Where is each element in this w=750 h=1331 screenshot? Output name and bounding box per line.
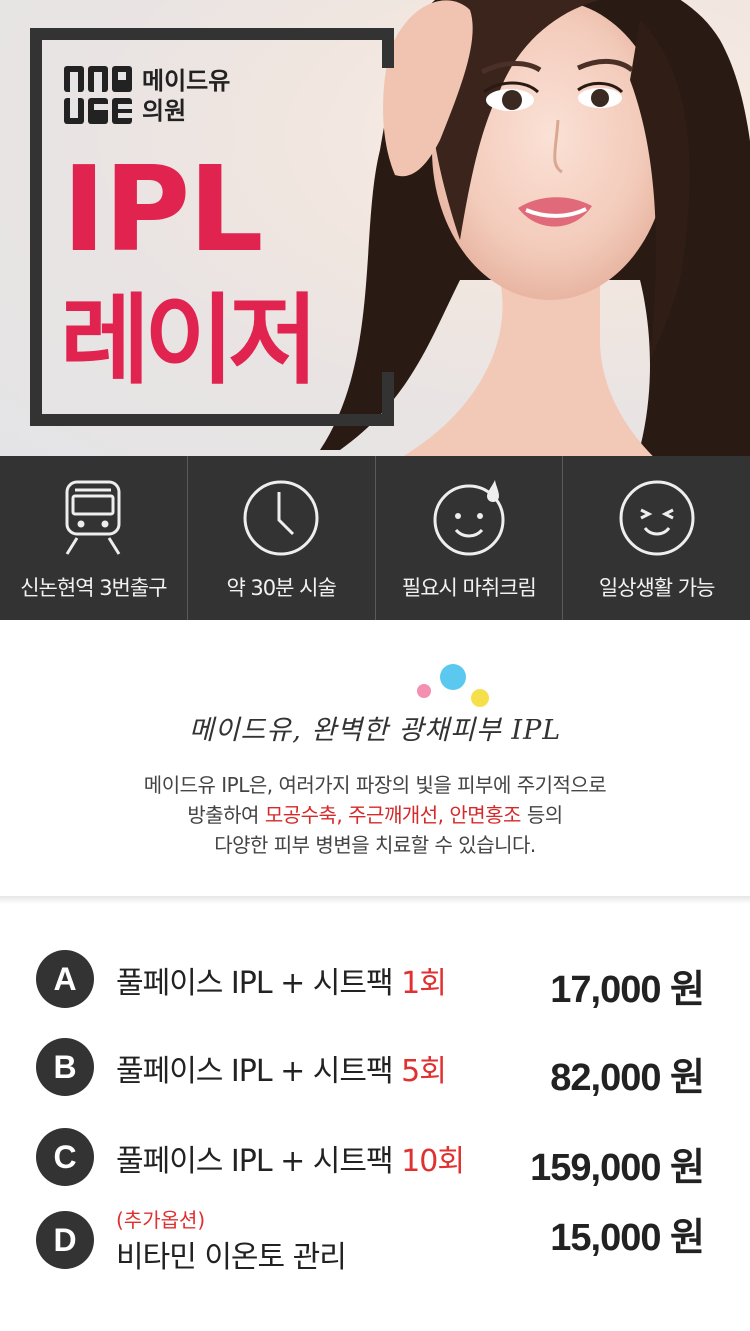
price-count: 1회 [401, 966, 447, 1001]
price-name-text: 풀페이스 IPL + 시트팩 [116, 966, 402, 1001]
highlight-separator: , [336, 803, 349, 827]
happy-face-icon [619, 480, 695, 556]
feature-label: 신논현역 3번출구 [20, 576, 167, 600]
hero-frame-corner [382, 372, 394, 426]
price-badge: D [36, 1211, 94, 1269]
price-name: 비타민 이온토 관리 [116, 1240, 347, 1275]
price-name-text: 풀페이스 IPL + 시트팩 [116, 1144, 402, 1179]
logo-text: 메이드유 의원 [142, 66, 230, 126]
logo-line1: 메이드유 [142, 67, 231, 95]
price-item-d: D (추가옵션) 비타민 이온토 관리 15,000 원 [0, 1200, 750, 1280]
smile-sweat-icon [433, 480, 505, 556]
intro-heading: 메이드유, 완벽한 광채피부 IPL [188, 715, 562, 746]
feature-label: 일상생활 가능 [598, 576, 716, 600]
price-badge: C [36, 1128, 94, 1186]
price-amount: 15,000 원 [550, 1217, 705, 1259]
feature-location: 신논현역 3번출구 [0, 456, 188, 620]
price-badge: A [36, 950, 94, 1008]
price-name: 풀페이스 IPL + 시트팩 1회 [116, 958, 447, 1002]
price-amount: 17,000 원 [550, 969, 705, 1011]
feature-daily-life: 일상생활 가능 [563, 456, 750, 620]
logo-line2: 의원 [142, 97, 187, 125]
price-name: 풀페이스 IPL + 시트팩 5회 [116, 1046, 447, 1090]
highlight-pore: 모공수축 [264, 803, 337, 827]
clock-icon [243, 480, 319, 556]
hero-title-laser: 레이저 [60, 284, 318, 398]
intro-line3: 다양한 피부 병변을 치료할 수 있습니다. [214, 833, 536, 857]
highlight-freckle: 주근깨개선 [348, 803, 438, 827]
decorative-dots-icon [417, 664, 489, 707]
price-name-text: 풀페이스 IPL + 시트팩 [116, 1054, 402, 1089]
feature-anesthesia: 필요시 마취크림 [376, 456, 564, 620]
feature-label: 필요시 마취크림 [401, 576, 537, 600]
price-badge: B [36, 1038, 94, 1096]
feature-label: 약 30분 시술 [226, 576, 336, 600]
intro-description: 메이드유 IPL은, 여러가지 파장의 빛을 피부에 주기적으로 방출하여 모공… [0, 770, 750, 860]
intro-text: 방출하여 [187, 803, 265, 827]
clinic-logo: 메이드유 의원 [64, 62, 230, 130]
feature-bar: 신논현역 3번출구 약 30분 시술 필요시 마취크림 일상생활 가능 [0, 456, 750, 620]
intro-line1: 메이드유 IPL은, 여러가지 파장의 빛을 피부에 주기적으로 [143, 773, 607, 797]
price-item-a: A 풀페이스 IPL + 시트팩 1회 17,000 원 [0, 940, 750, 1020]
price-amount: 159,000 원 [530, 1147, 705, 1189]
highlight-flush: 안면홍조 [449, 803, 521, 827]
price-amount: 82,000 원 [550, 1057, 705, 1099]
intro-line2: 방출하여 모공수축, 주근깨개선, 안면홍조 등의 [0, 800, 750, 830]
train-icon [65, 480, 121, 555]
feature-duration: 약 30분 시술 [188, 456, 376, 620]
hero-frame-corner [382, 28, 394, 68]
highlight-separator: , [437, 803, 450, 827]
price-name: 풀페이스 IPL + 시트팩 10회 [116, 1136, 465, 1180]
price-item-c: C 풀페이스 IPL + 시트팩 10회 159,000 원 [0, 1118, 750, 1198]
hero-title-ipl: IPL [62, 140, 264, 278]
price-count: 10회 [401, 1144, 465, 1179]
price-option-label: (추가옵션) [116, 1208, 206, 1232]
price-count: 5회 [401, 1054, 447, 1089]
price-item-b: B 풀페이스 IPL + 시트팩 5회 82,000 원 [0, 1028, 750, 1108]
logo-mark-icon [64, 66, 132, 124]
hero-banner: 메이드유 의원 IPL 레이저 [0, 0, 750, 456]
intro-text: 등의 [520, 803, 563, 827]
section-divider [0, 896, 750, 904]
